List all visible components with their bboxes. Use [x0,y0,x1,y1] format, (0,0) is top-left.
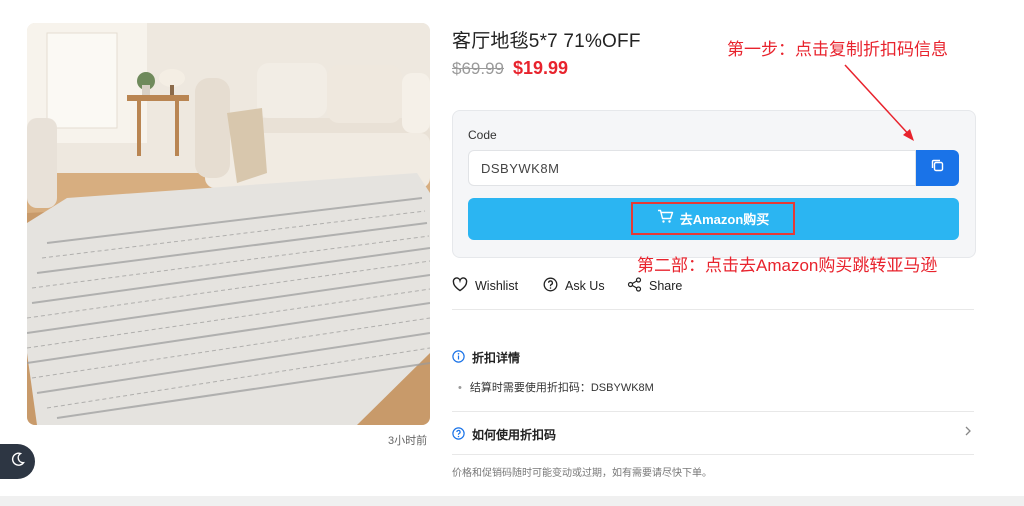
wishlist-label: Wishlist [475,279,519,293]
share-button[interactable]: Share [627,277,682,295]
copy-code-button[interactable] [916,150,959,186]
discount-details-text: 结算时需要使用折扣码：DSBYWK8M [469,382,654,394]
how-to-use-code-heading[interactable]: 如何使用折扣码 [452,426,556,443]
chevron-right-icon[interactable] [963,424,973,443]
code-label: Code [468,128,497,142]
divider [452,454,974,455]
copy-icon [930,158,945,178]
new-price: $19.99 [513,58,569,78]
question-circle-icon [452,426,465,443]
bottom-bar [0,496,1024,506]
share-icon [627,277,642,295]
discount-details-label: 折扣详情 [472,351,521,365]
divider [452,309,974,310]
question-circle-icon [543,277,558,295]
discount-details-item: • 结算时需要使用折扣码：DSBYWK8M [458,379,654,395]
discount-details-heading[interactable]: 折扣详情 [452,349,520,366]
annotation-arrow [844,64,914,141]
time-ago: 3小时前 [388,435,428,447]
moon-icon [10,451,26,472]
divider [452,411,974,412]
ask-us-button[interactable]: Ask Us [543,277,605,295]
code-field[interactable]: DSBYWK8M [468,150,916,186]
wishlist-button[interactable]: Wishlist [452,277,518,295]
buy-button-label: 去Amazon购买 [679,212,770,227]
buy-button-highlight[interactable]: 去Amazon购买 [631,202,795,235]
annotation-step-2: 第二部：点击去Amazon购买跳转亚马逊 [637,256,938,275]
old-price: $69.99 [452,59,504,78]
cart-icon [657,209,674,229]
annotation-step-1: 第一步：点击复制折扣码信息 [727,40,948,59]
ask-us-label: Ask Us [565,279,605,293]
heart-icon [452,277,468,295]
bullet: • [458,382,462,394]
info-icon [452,349,465,366]
product-image[interactable] [27,23,430,425]
theme-toggle-button[interactable] [0,444,35,479]
product-title: 客厅地毯5*7 71%OFF [452,31,641,52]
price-disclaimer: 价格和促销码随时可能变动或过期，如有需要请尽快下单。 [452,468,712,479]
how-to-use-code-label: 如何使用折扣码 [472,428,557,442]
share-label: Share [649,279,683,293]
